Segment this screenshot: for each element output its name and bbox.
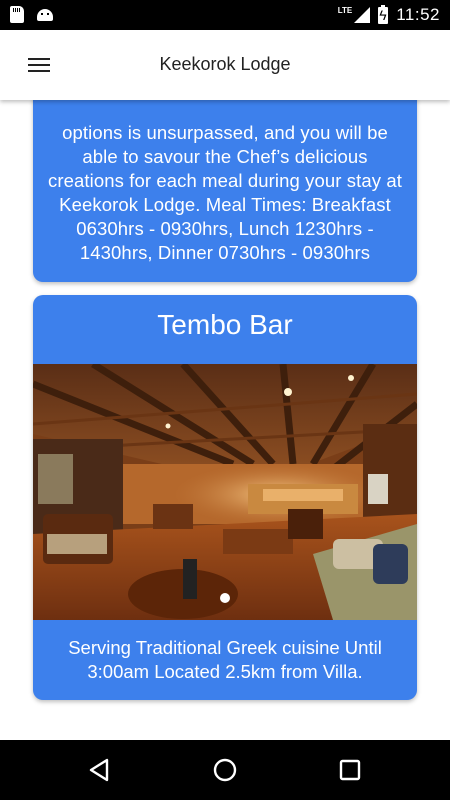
dining-card: options is unsurpassed, and you will be … [33,100,417,282]
status-time: 11:52 [396,5,440,24]
home-icon[interactable] [210,755,240,785]
content-list[interactable]: options is unsurpassed, and you will be … [0,100,450,740]
battery-charging-icon [378,4,389,24]
dining-card-description: options is unsurpassed, and you will be … [48,122,402,263]
network-type-label: LTE [337,5,353,15]
status-bar: LTE 11:52 [0,0,450,30]
sd-card-icon [10,6,24,23]
carousel-indicator-dot[interactable] [220,593,230,603]
android-icon [36,6,54,22]
tembo-bar-card[interactable]: Tembo Bar Serving Traditional Greek cuis… [33,295,417,700]
back-icon[interactable] [85,755,115,785]
recent-apps-icon[interactable] [335,755,365,785]
page-title: Keekorok Lodge [159,54,291,74]
card-title: Tembo Bar [157,309,293,340]
signal-icon [354,7,371,23]
card-description: Serving Traditional Greek cuisine Until … [68,637,382,682]
tembo-bar-photo[interactable] [33,364,417,620]
app-bar: Keekorok Lodge [0,30,450,100]
system-nav-bar [0,740,450,800]
